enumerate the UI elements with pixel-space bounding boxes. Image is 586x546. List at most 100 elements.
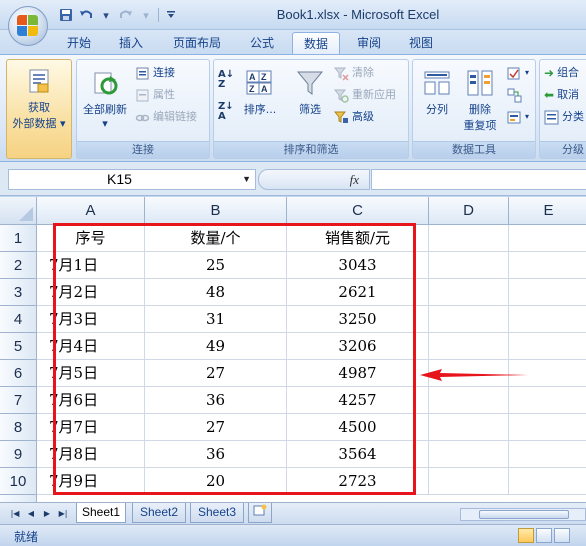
tab-insert[interactable]: 插入 [110, 32, 152, 54]
empty-cell[interactable] [429, 414, 509, 441]
empty-cell[interactable] [429, 279, 509, 306]
name-box[interactable]: K15 ▼ [8, 169, 256, 190]
sort-ascending-icon: A↓ Z [218, 69, 235, 90]
prev-sheet-icon[interactable]: ◀ [24, 507, 38, 521]
properties-button[interactable]: 属性 [135, 86, 175, 104]
tab-formulas[interactable]: 公式 [240, 32, 284, 54]
row-header[interactable]: 2 [0, 252, 37, 279]
filter-button[interactable]: 筛选 [290, 68, 330, 117]
tab-home[interactable]: 开始 [58, 32, 100, 54]
scroll-thumb[interactable] [479, 510, 569, 519]
get-external-data-button[interactable]: 获取 外部数据 ▾ [9, 66, 69, 131]
tab-review[interactable]: 审阅 [348, 32, 390, 54]
row-header[interactable]: 9 [0, 441, 37, 468]
sort-icon: AZZA [245, 68, 275, 98]
row-header[interactable]: 3 [0, 279, 37, 306]
data-validation-button[interactable]: ▾ [507, 64, 529, 82]
worksheet-grid[interactable]: A B C D E 1 序号 数量/个 销售额/元 2 7月1日 25 3043 3 7月2日 48 2621 4… [0, 197, 586, 502]
highlight-box [53, 223, 416, 495]
title-bar: ▾ ▾ Book1.xlsx - Microsoft Excel [0, 0, 586, 30]
empty-cell[interactable] [509, 225, 586, 252]
page-layout-view-icon[interactable] [536, 528, 552, 543]
what-if-icon [507, 110, 522, 125]
clear-button[interactable]: 清除 [333, 64, 374, 82]
column-header-b[interactable]: B [145, 197, 287, 225]
next-sheet-icon[interactable]: ▶ [40, 507, 54, 521]
group-button[interactable]: ➜ 组合 [544, 64, 579, 82]
text-to-columns-button[interactable]: 分列 [417, 68, 457, 117]
column-header-a[interactable]: A [37, 197, 145, 225]
subtotal-icon [544, 110, 559, 125]
what-if-analysis-button[interactable]: ▾ [507, 108, 529, 126]
clear-filter-icon [333, 66, 349, 81]
row-header[interactable]: 1 [0, 225, 37, 252]
column-header-c[interactable]: C [287, 197, 429, 225]
advanced-filter-icon [333, 110, 349, 125]
sheet-tab-1[interactable]: Sheet1 [76, 503, 126, 523]
last-sheet-icon[interactable]: ▶| [56, 507, 70, 521]
insert-sheet-icon [253, 504, 267, 519]
sort-ascending-button[interactable]: A↓ Z [218, 70, 234, 90]
tab-page-layout[interactable]: 页面布局 [164, 32, 230, 54]
empty-cell[interactable] [429, 441, 509, 468]
connections-icon [135, 66, 150, 81]
sheet-tab-3[interactable]: Sheet3 [190, 503, 244, 523]
empty-cell[interactable] [509, 414, 586, 441]
normal-view-icon[interactable] [518, 528, 534, 543]
empty-cell[interactable] [509, 306, 586, 333]
page-break-view-icon[interactable] [554, 528, 570, 543]
row-header[interactable]: 8 [0, 414, 37, 441]
row-header[interactable] [0, 495, 37, 502]
view-buttons [518, 528, 570, 543]
column-header-e[interactable]: E [509, 197, 586, 225]
insert-sheet-button[interactable] [248, 503, 272, 523]
empty-cell[interactable] [509, 252, 586, 279]
empty-cell[interactable] [429, 252, 509, 279]
refresh-all-label: 全部刷新 [83, 103, 127, 116]
svg-text:A: A [249, 72, 256, 82]
empty-cell[interactable] [429, 468, 509, 495]
formula-input[interactable] [371, 169, 586, 190]
empty-cell[interactable] [429, 387, 509, 414]
filter-icon [295, 68, 325, 98]
sort-button[interactable]: AZZA 排序... [240, 68, 280, 117]
empty-cell[interactable] [509, 468, 586, 495]
empty-cell[interactable] [429, 225, 509, 252]
tab-data[interactable]: 数据 [292, 32, 340, 54]
column-header-d[interactable]: D [429, 197, 509, 225]
empty-cell[interactable] [509, 279, 586, 306]
row-header[interactable]: 7 [0, 387, 37, 414]
refresh-all-button[interactable]: 全部刷新 ▾ [79, 68, 131, 130]
tab-view[interactable]: 视图 [400, 32, 442, 54]
ungroup-button[interactable]: ⬅ 取消 [544, 86, 579, 104]
horizontal-scrollbar[interactable] [460, 508, 586, 521]
empty-cell[interactable] [509, 333, 586, 360]
svg-text:Z: Z [249, 84, 255, 94]
select-all-button[interactable] [0, 197, 37, 225]
row-header[interactable]: 4 [0, 306, 37, 333]
svg-text:Z: Z [261, 72, 267, 82]
get-external-data-label-2: 外部数据 ▾ [12, 117, 66, 130]
connections-group: 全部刷新 ▾ 连接 属性 编辑链接 连接 [76, 59, 210, 159]
row-header[interactable]: 10 [0, 468, 37, 495]
row-header[interactable]: 6 [0, 360, 37, 387]
edit-links-button[interactable]: 编辑链接 [135, 108, 197, 126]
row-header[interactable]: 5 [0, 333, 37, 360]
advanced-button[interactable]: 高级 [333, 108, 374, 126]
connections-button[interactable]: 连接 [135, 64, 175, 82]
empty-cell[interactable] [509, 441, 586, 468]
first-sheet-icon[interactable]: |◀ [8, 507, 22, 521]
reapply-button[interactable]: 重新应用 [333, 86, 396, 104]
consolidate-button[interactable] [507, 86, 522, 104]
subtotal-button[interactable]: 分类 [544, 108, 584, 126]
sort-descending-button[interactable]: Z↓ A [218, 102, 234, 122]
remove-duplicates-button[interactable]: 删除 重复项 [457, 68, 503, 133]
empty-cell[interactable] [429, 333, 509, 360]
insert-function-icon[interactable]: fx [350, 172, 359, 188]
empty-cell[interactable] [509, 387, 586, 414]
office-logo-icon [17, 15, 39, 37]
chevron-down-icon[interactable]: ▼ [242, 170, 251, 189]
empty-cell[interactable] [429, 306, 509, 333]
sheet-tab-2[interactable]: Sheet2 [132, 503, 186, 523]
office-button[interactable] [8, 6, 48, 46]
